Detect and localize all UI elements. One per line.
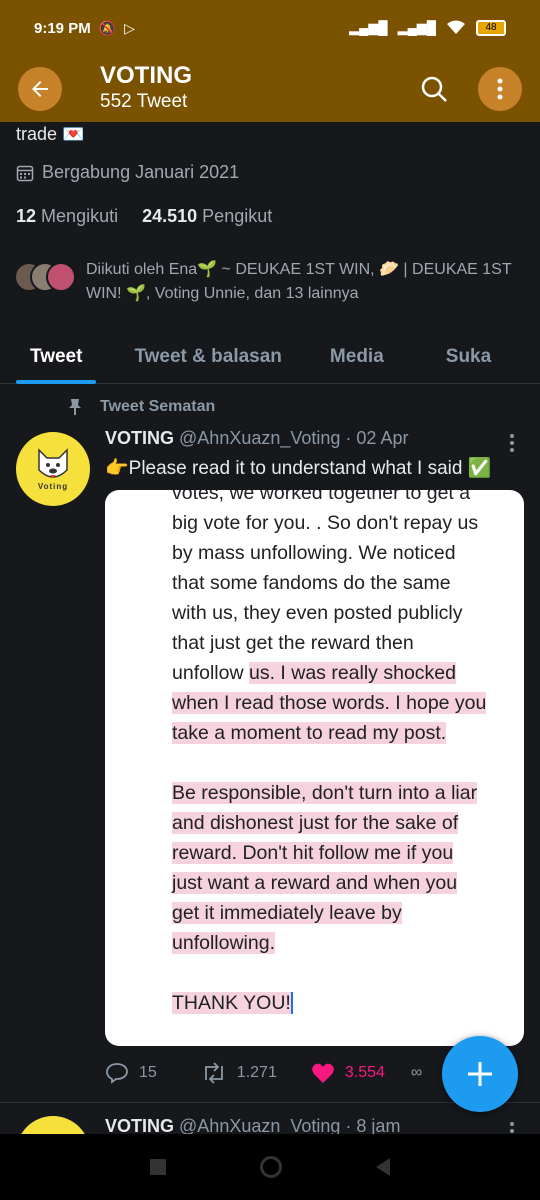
image-line: big vote for you. . So don't repay us [172, 512, 479, 534]
following-count: 12 [16, 206, 37, 226]
avatar[interactable]: Voting [16, 432, 90, 506]
plus-icon [468, 1062, 492, 1086]
share-icon: ∞ [410, 1064, 423, 1081]
profile-bio: trade 💌 [16, 124, 85, 144]
followed-by-text: Diikuti oleh Ena🌱 ~ DEUKAE 1ST WIN, 🥟 | … [86, 261, 512, 302]
search-icon [421, 76, 447, 102]
arrow-left-icon [32, 81, 48, 97]
image-line: unfollowing. [172, 932, 275, 954]
image-line: by mass unfollowing. We noticed [172, 542, 456, 564]
back-button[interactable] [18, 67, 62, 111]
home-icon[interactable] [260, 1156, 282, 1178]
followers-link[interactable]: 24.510 Pengikut [142, 206, 272, 227]
image-line: Be responsible, don't turn into a liar [172, 782, 478, 804]
like-button[interactable]: 3.554 [311, 1062, 385, 1084]
tweet-header: VOTING @AhnXuazn_Voting · 02 Apr [105, 428, 408, 449]
image-text: votes, we worked together to get a big v… [172, 490, 512, 1018]
avatar[interactable] [16, 1116, 90, 1134]
page-title: VOTING [100, 62, 193, 89]
battery-icon: 48 [476, 20, 506, 36]
retweet-icon [204, 1062, 223, 1084]
image-line: just want a reward and when you [172, 872, 458, 894]
image-line: and dishonest just for the sake of [172, 812, 459, 834]
follow-stats: 12 Mengikuti 24.510 Pengikut [16, 206, 272, 227]
image-line: take a moment to read my post. [172, 722, 447, 744]
recent-apps-icon[interactable] [150, 1159, 166, 1175]
tweet-author-name[interactable]: VOTING [105, 1116, 174, 1134]
tweet-handle-time: @AhnXuazn_Voting · 02 Apr [179, 428, 409, 448]
avatar-label: Voting [37, 481, 69, 491]
app-bar: VOTING 552 Tweet [0, 56, 540, 122]
pinned-label: Tweet Sematan [100, 398, 216, 415]
followed-by-avatars [14, 258, 78, 294]
image-line: get it immediately leave by [172, 902, 402, 924]
search-button[interactable] [412, 67, 456, 111]
status-bar: 9:19 PM 🔕 ▷ ▂▄▆█ ▂▄▆█ 48 [0, 0, 540, 56]
tweet-handle-time: @AhnXuazn_Voting · 8 jam [179, 1116, 401, 1134]
more-vertical-icon [497, 78, 503, 100]
image-line: votes, we worked together to get a [172, 490, 471, 504]
tab-tweet-replies[interactable]: Tweet & balasan [134, 330, 281, 384]
reply-icon [106, 1063, 128, 1084]
like-count: 3.554 [344, 1064, 385, 1081]
signal-icon-2: ▂▄▆█ [397, 20, 436, 35]
signal-icon: ▂▄▆█ [349, 20, 388, 35]
reply-count: 15 [139, 1064, 157, 1081]
profile-tabs: Tweet Tweet & balasan Media Suka [0, 330, 540, 384]
image-line: that some fandoms do the same [172, 572, 451, 594]
following-label: Mengikuti [41, 206, 119, 226]
followed-by[interactable]: Diikuti oleh Ena🌱 ~ DEUKAE 1ST WIN, 🥟 | … [14, 258, 524, 306]
image-line-part-highlighted: us. I was really shocked [248, 662, 456, 684]
tweet-more-button[interactable] [500, 1116, 524, 1134]
pin-icon [69, 399, 81, 415]
play-icon: ▷ [124, 19, 135, 36]
pinned-label-row: Tweet Sematan [68, 398, 215, 416]
image-line: with us, they even posted publicly [172, 602, 463, 624]
tab-likes[interactable]: Suka [446, 330, 491, 384]
image-line: when I read those words. I hope you [172, 692, 487, 714]
avatar [46, 262, 76, 292]
retweet-count: 1.271 [236, 1064, 277, 1081]
tweet-count: 552 Tweet [100, 91, 188, 112]
followers-count: 24.510 [142, 206, 198, 226]
image-line-part: unfollow [172, 662, 249, 684]
back-icon[interactable] [376, 1158, 390, 1176]
wifi-icon [446, 19, 466, 38]
joined-date: Bergabung Januari 2021 [16, 162, 239, 183]
share-button[interactable]: ∞ [411, 1064, 422, 1082]
followers-label: Pengikut [202, 206, 273, 226]
reply-button[interactable]: 15 [105, 1062, 157, 1084]
tweet-image[interactable]: votes, we worked together to get a big v… [105, 490, 524, 1046]
mute-icon: 🔕 [98, 19, 117, 36]
image-line: THANK YOU! [172, 992, 293, 1014]
tweet-author-name[interactable]: VOTING [105, 428, 174, 448]
calendar-icon [16, 165, 34, 181]
retweet-button[interactable]: 1.271 [201, 1062, 277, 1084]
following-link[interactable]: 12 Mengikuti [16, 206, 118, 227]
profile-content: trade 💌 Bergabung Januari 2021 12 Mengik… [0, 122, 540, 1134]
tweet-header: VOTING @AhnXuazn_Voting · 8 jam [105, 1116, 400, 1134]
status-time: 9:19 PM [34, 19, 91, 37]
system-nav-bar [0, 1134, 540, 1200]
image-line: unfollow us. I was really shocked [172, 658, 512, 688]
image-line: reward. Don't hit follow me if you [172, 842, 454, 864]
tweet-text: 👉Please read it to understand what I sai… [105, 458, 492, 479]
tweet-more-button[interactable] [500, 428, 524, 458]
compose-tweet-button[interactable] [442, 1036, 518, 1112]
heart-icon [312, 1063, 334, 1083]
dog-logo-icon [38, 447, 68, 478]
tab-media[interactable]: Media [330, 330, 384, 384]
tab-tweet[interactable]: Tweet [15, 330, 97, 384]
more-options-button[interactable] [478, 67, 522, 111]
joined-text: Bergabung Januari 2021 [42, 162, 240, 182]
image-line: that just get the reward then [172, 632, 414, 654]
